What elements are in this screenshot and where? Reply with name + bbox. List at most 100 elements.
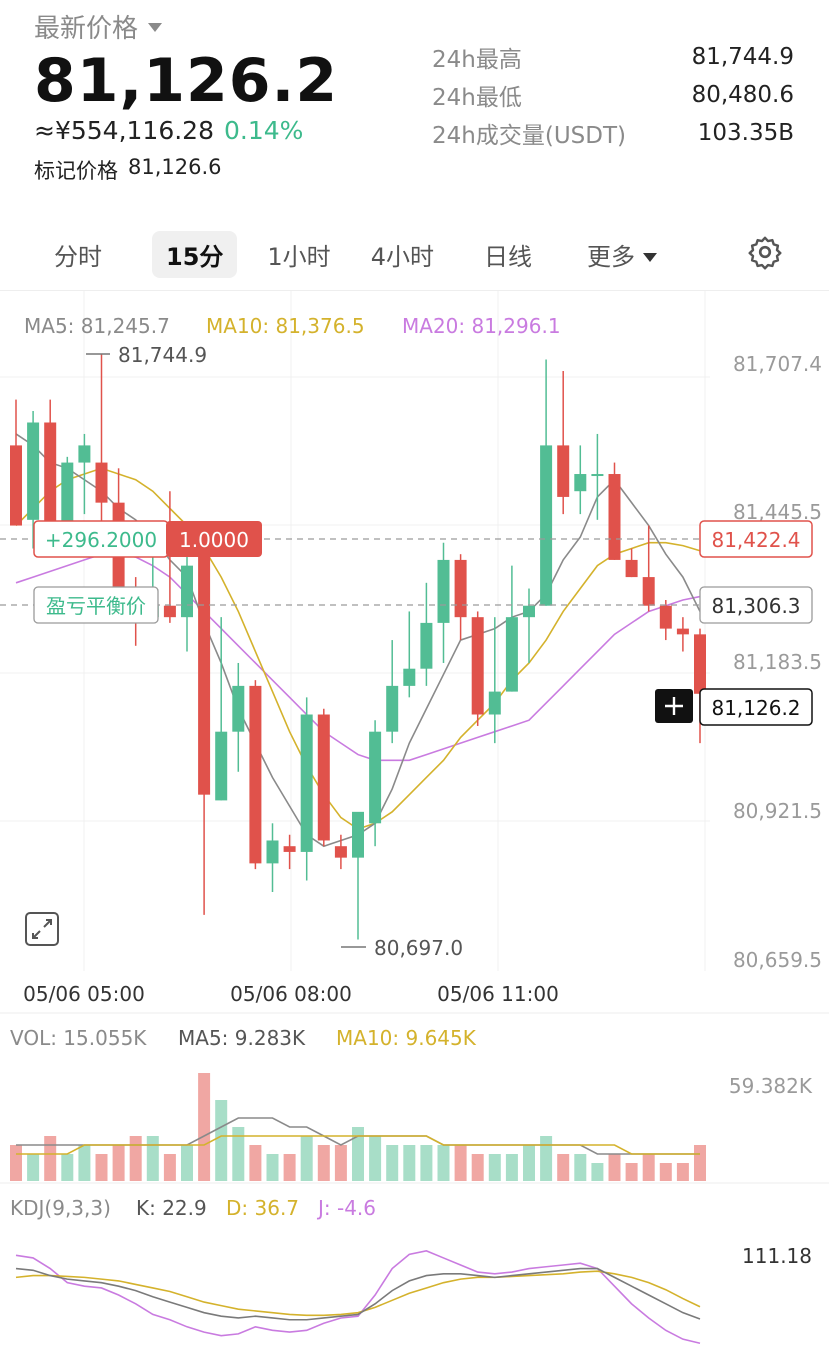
candle-body: [283, 846, 296, 852]
candle-body: [369, 731, 382, 824]
kdj-legend: KDJ(9,3,3): [10, 1196, 111, 1220]
candle-body: [420, 622, 433, 669]
volume-bar: [198, 1073, 211, 1181]
mark-price-row: 标记价格 81,126.6: [34, 155, 222, 185]
candle-body: [44, 422, 57, 538]
stat-value: 80,480.6: [691, 82, 794, 108]
candle-body: [676, 628, 689, 635]
chart-grid: [0, 291, 710, 971]
volume-bar: [232, 1127, 245, 1181]
volume-bar: [317, 1145, 330, 1181]
volume-bar: [61, 1154, 74, 1181]
candle-body: [95, 462, 108, 503]
volume-bar: [129, 1136, 142, 1181]
cny-price-row: ≈¥554,116.28 0.14%: [34, 116, 303, 145]
volume-bar: [625, 1163, 638, 1181]
expand-icon[interactable]: [25, 912, 59, 946]
tab-15min[interactable]: 15分: [152, 230, 238, 278]
volume-bars: [10, 1073, 706, 1181]
volume-bar: [181, 1145, 193, 1181]
current-price: 81,126.2: [711, 696, 800, 720]
candle-body: [625, 559, 638, 578]
price-axis-label: 81,707.4: [733, 352, 822, 376]
tab-more[interactable]: 更多: [587, 231, 657, 278]
breakeven-tag: 盈亏平衡价: [46, 594, 146, 618]
latest-price-selector[interactable]: 最新价格: [34, 8, 163, 45]
volume-bar: [437, 1145, 450, 1181]
price-axis-label: 80,659.5: [733, 948, 822, 972]
ma20-legend: MA20: 81,296.1: [402, 314, 561, 338]
stat-low-row: 24h最低 80,480.6: [432, 76, 794, 114]
candle-body: [557, 445, 570, 497]
vol-ma10-legend: MA10: 9.645K: [336, 1026, 477, 1050]
stat-label: 24h最低: [432, 85, 522, 111]
kdj-j-line: [15, 1250, 701, 1345]
volume-bar: [352, 1127, 364, 1181]
tab-more-label: 更多: [586, 242, 635, 271]
kdj-d-line: [15, 1270, 701, 1317]
candle-body: [591, 474, 604, 477]
mark-price-value: 81,126.6: [128, 155, 222, 179]
volume-bar: [369, 1136, 382, 1181]
chevron-down-icon: [148, 23, 163, 32]
candle-body: [78, 445, 91, 463]
gear-icon[interactable]: [747, 234, 783, 270]
stat-high-row: 24h最高 81,744.9: [432, 38, 794, 76]
kline-chart[interactable]: MA5: 81,245.7 MA10: 81,376.5 MA20: 81,29…: [0, 290, 829, 1348]
volume-bar: [676, 1163, 689, 1181]
candle-body: [232, 685, 245, 732]
candle-body: [574, 474, 587, 492]
volume-bar: [10, 1145, 22, 1181]
tab-daily[interactable]: 日线: [484, 231, 532, 278]
latest-price-label: 最新价格: [34, 14, 139, 44]
stat-volume-row: 24h成交量(USDT) 103.35B: [432, 114, 794, 152]
candle-body: [540, 445, 553, 606]
stat-label: 24h成交量(USDT): [432, 123, 626, 149]
candle-body: [334, 846, 347, 858]
stat-value: 81,744.9: [691, 44, 794, 70]
candle-body: [163, 605, 176, 618]
interval-tabs: 分时 15分 1小时 4小时 日线 更多: [34, 230, 794, 278]
time-axis-label: 05/06 05:00: [23, 982, 145, 1006]
candle-body: [249, 685, 262, 864]
stats-panel: 24h最高 81,744.9 24h最低 80,480.6 24h成交量(USD…: [432, 38, 794, 152]
candle-body: [403, 668, 416, 686]
candle-body: [215, 731, 228, 801]
volume-bar: [27, 1154, 40, 1181]
position-tag[interactable]: +296.2000 1.0000: [33, 520, 262, 558]
candle-body: [27, 422, 40, 520]
candle-body: [523, 605, 535, 618]
volume-bar: [112, 1145, 125, 1181]
kdj-j-legend: J: -4.6: [316, 1196, 376, 1220]
candle-body: [608, 474, 621, 560]
volume-bar: [574, 1154, 587, 1181]
volume-bar: [163, 1154, 176, 1181]
time-axis-label: 05/06 08:00: [230, 982, 352, 1006]
volume-bar: [215, 1100, 228, 1181]
candle-body: [198, 554, 211, 795]
tab-4hour[interactable]: 4小时: [371, 231, 434, 278]
volume-bar: [540, 1136, 553, 1181]
volume-bar: [283, 1154, 296, 1181]
tab-1hour[interactable]: 1小时: [267, 231, 330, 278]
position-price: 81,422.4: [711, 528, 800, 552]
tab-timeline[interactable]: 分时: [54, 231, 102, 278]
volume-bar: [44, 1136, 57, 1181]
ma5-legend: MA5: 81,245.7: [24, 314, 170, 338]
candle-body: [471, 617, 484, 715]
volume-bar: [386, 1145, 399, 1181]
candle-body: [386, 685, 399, 732]
volume-bar: [78, 1145, 91, 1181]
price-axis-label: 81,183.5: [733, 650, 822, 674]
vol-axis-label: 59.382K: [729, 1074, 813, 1098]
volume-bar: [146, 1136, 159, 1181]
stat-label: 24h最高: [432, 47, 522, 73]
volume-bar: [608, 1154, 621, 1181]
candle-body: [317, 714, 330, 841]
candle-body: [266, 840, 279, 864]
volume-bar: [95, 1154, 108, 1181]
candle-body: [181, 565, 193, 618]
price-axis-label: 80,921.5: [733, 799, 822, 823]
low-marker-label: 80,697.0: [374, 936, 463, 960]
last-price: 81,126.2: [34, 46, 339, 116]
